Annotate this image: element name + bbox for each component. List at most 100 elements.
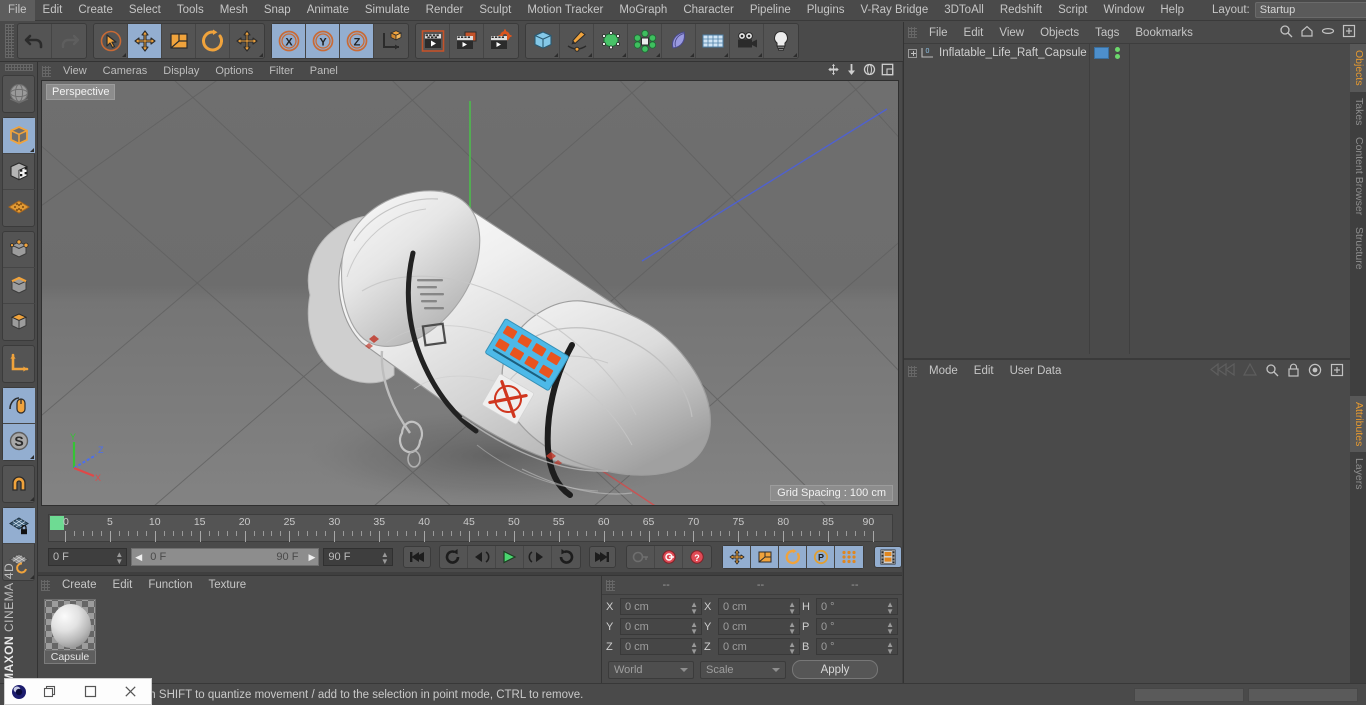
spinner-icon[interactable]: ▲ ▼ [788, 621, 796, 636]
menu-item-tools[interactable]: Tools [169, 0, 212, 21]
maximize-window-button[interactable] [70, 678, 111, 705]
menu-item-v-ray-bridge[interactable]: V-Ray Bridge [852, 0, 936, 21]
size-field[interactable]: 0 cm ▲ ▼ [718, 598, 800, 616]
range-left-arrow-icon[interactable]: ◀ [135, 552, 142, 563]
viewport-menu-display[interactable]: Display [155, 62, 207, 80]
live-selection-button[interactable] [94, 24, 128, 58]
target-icon[interactable] [1308, 363, 1322, 380]
viewport-menu-cameras[interactable]: Cameras [95, 62, 156, 80]
home-icon[interactable] [1300, 24, 1314, 41]
range-right-arrow-icon[interactable]: ▶ [309, 552, 316, 563]
material-manager-grip[interactable] [41, 580, 50, 591]
position-field[interactable]: 0 cm ▲ ▼ [620, 638, 702, 656]
menu-item-simulate[interactable]: Simulate [357, 0, 418, 21]
viewport-menu-panel[interactable]: Panel [302, 62, 346, 80]
attributes-menu-mode[interactable]: Mode [921, 360, 966, 382]
menu-item-render[interactable]: Render [418, 0, 472, 21]
side-tab-objects[interactable]: Objects [1350, 44, 1366, 92]
transform-mode-dropdown[interactable]: Scale [700, 660, 786, 679]
menu-item-plugins[interactable]: Plugins [799, 0, 853, 21]
rotation-key-button[interactable] [779, 546, 808, 568]
menu-item-redshift[interactable]: Redshift [992, 0, 1050, 21]
s-toggle-button[interactable]: S [3, 424, 35, 460]
object-menu-view[interactable]: View [991, 22, 1032, 44]
spinner-icon[interactable]: ▲ ▼ [115, 551, 123, 566]
side-tab-structure[interactable]: Structure [1350, 221, 1366, 276]
lock-y-button[interactable]: Y [306, 24, 340, 58]
layout-dropdown[interactable]: Startup [1254, 2, 1366, 18]
side-tab-content-browser[interactable]: Content Browser [1350, 131, 1366, 221]
menu-item-script[interactable]: Script [1050, 0, 1095, 21]
menu-item-snap[interactable]: Snap [256, 0, 299, 21]
add-floor-button[interactable] [696, 24, 730, 58]
add-spline-button[interactable] [560, 24, 594, 58]
play-forwards-loop-button[interactable] [552, 546, 580, 568]
material-list[interactable]: Capsule [38, 595, 601, 684]
position-field[interactable]: 0 cm ▲ ▼ [620, 598, 702, 616]
attributes-menu-user-data[interactable]: User Data [1002, 360, 1070, 382]
lock-icon[interactable] [1287, 363, 1300, 380]
move-button[interactable] [128, 24, 162, 58]
scale-button[interactable] [162, 24, 196, 58]
menu-item-file[interactable]: File [0, 0, 35, 21]
material-preview[interactable] [44, 599, 96, 651]
object-manager-grip[interactable] [908, 27, 917, 38]
play-backwards-loop-button[interactable] [440, 546, 468, 568]
dolly-icon[interactable] [845, 63, 858, 79]
keyframe-selection-button[interactable]: ? [683, 546, 711, 568]
coordinate-system-dropdown[interactable]: World [608, 660, 694, 679]
previous-frame-button[interactable] [468, 546, 496, 568]
object-menu-bookmarks[interactable]: Bookmarks [1127, 22, 1201, 44]
left-toolbar-grip[interactable] [4, 64, 33, 71]
spinner-icon[interactable]: ▲ ▼ [690, 601, 698, 616]
rotation-field[interactable]: 0 ° ▲ ▼ [816, 618, 898, 636]
redo-button[interactable] [52, 24, 86, 58]
menu-item-animate[interactable]: Animate [299, 0, 357, 21]
side-tab-layers[interactable]: Layers [1350, 452, 1366, 496]
parameter-key-button[interactable]: P [807, 546, 836, 568]
magnet-button[interactable] [3, 466, 35, 502]
rotation-field[interactable]: 0 ° ▲ ▼ [816, 598, 898, 616]
lock-z-button[interactable]: Z [340, 24, 374, 58]
object-menu-edit[interactable]: Edit [956, 22, 992, 44]
timeline-ruler[interactable]: 0 5 10 15 20 25 30 35 40 45 50 55 60 65 70 75 80 85 90 [48, 514, 893, 542]
coordinates-grip[interactable] [606, 579, 615, 591]
current-frame-field[interactable]: 0 F ▲ ▼ [48, 548, 128, 566]
add-deformer-button[interactable] [628, 24, 662, 58]
search-icon[interactable] [1279, 24, 1293, 41]
menu-item-mesh[interactable]: Mesh [212, 0, 256, 21]
spinner-icon[interactable]: ▲ ▼ [690, 641, 698, 656]
rotate-button[interactable] [196, 24, 230, 58]
object-manager-tree[interactable]: 0 Inflatable_Life_Raft_Capsule [904, 44, 1366, 354]
polygons-mode-button[interactable] [3, 304, 35, 340]
render-view-button[interactable] [416, 24, 450, 58]
restore-window-button[interactable] [29, 678, 70, 705]
spinner-icon[interactable]: ▲ ▼ [788, 641, 796, 656]
autokeying-button[interactable] [655, 546, 684, 568]
position-field[interactable]: 0 cm ▲ ▼ [620, 618, 702, 636]
search-icon[interactable] [1265, 363, 1279, 380]
object-menu-objects[interactable]: Objects [1032, 22, 1087, 44]
material-item[interactable]: Capsule [44, 599, 96, 664]
object-row[interactable]: 0 Inflatable_Life_Raft_Capsule [904, 44, 1366, 62]
undo-button[interactable] [18, 24, 52, 58]
viewport-menu-view[interactable]: View [55, 62, 95, 80]
menu-item-sculpt[interactable]: Sculpt [471, 0, 519, 21]
material-menu-create[interactable]: Create [54, 576, 105, 595]
object-tag-swatch[interactable] [1094, 47, 1109, 59]
object-menu-tags[interactable]: Tags [1087, 22, 1127, 44]
workplane-button[interactable] [3, 76, 35, 112]
go-to-start-button[interactable] [402, 546, 431, 568]
expand-toggle-icon[interactable] [908, 48, 917, 58]
preview-range-bar[interactable]: ◀ 0 F 90 F ▶ [131, 548, 320, 566]
arrow-left-icon[interactable] [1209, 362, 1235, 379]
perspective-viewport[interactable]: Perspective Grid Spacing : 100 cm Y Z X [41, 80, 899, 506]
spinner-icon[interactable]: ▲ ▼ [886, 601, 894, 616]
model-mode-button[interactable] [3, 118, 35, 154]
close-window-button[interactable] [110, 678, 151, 705]
points-mode-button[interactable] [3, 232, 35, 268]
material-menu-function[interactable]: Function [140, 576, 200, 595]
enable-snapping-button[interactable] [3, 388, 35, 424]
visibility-dots[interactable] [1115, 47, 1120, 59]
go-to-end-button[interactable] [588, 546, 617, 568]
